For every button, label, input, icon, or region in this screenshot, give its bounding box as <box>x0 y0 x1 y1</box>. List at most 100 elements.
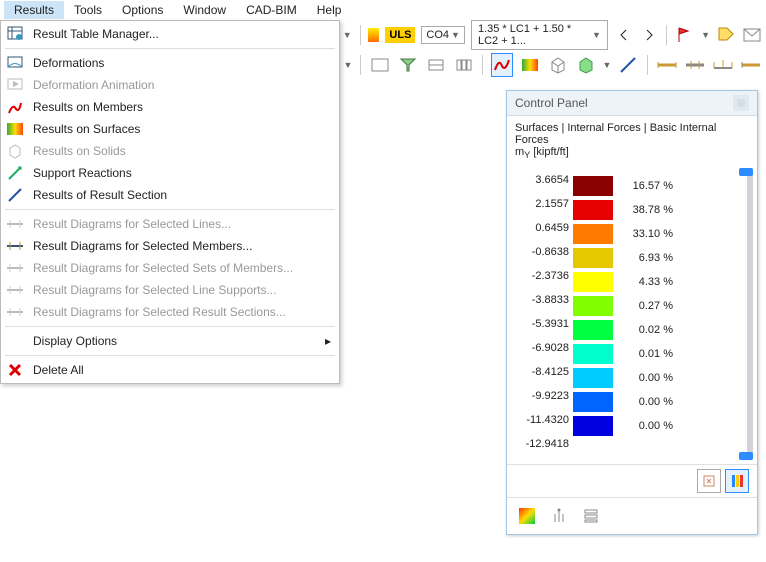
legend-percent: 0.27 % <box>613 300 673 312</box>
next-button[interactable] <box>639 23 658 47</box>
legend-row: -12.9418 <box>515 432 749 456</box>
menu-window[interactable]: Window <box>173 1 236 19</box>
cube-green-icon[interactable] <box>575 53 597 77</box>
menu-item: Result Diagrams for Selected Result Sect… <box>1 301 339 323</box>
close-icon[interactable] <box>733 95 749 111</box>
menu-item-label: Support Reactions <box>33 166 132 180</box>
menu-item[interactable]: Deformations <box>1 52 339 74</box>
panel-titlebar[interactable]: Control Panel <box>507 91 757 116</box>
menubar[interactable]: Results Tools Options Window CAD-BIM Hel… <box>0 0 766 20</box>
reset-button[interactable] <box>697 469 721 493</box>
chevron-down-icon[interactable]: ▼ <box>343 30 352 40</box>
menu-item-label: Results on Surfaces <box>33 122 140 136</box>
panel-tab-gradient[interactable] <box>515 504 539 528</box>
uls-badge: ULS <box>385 27 415 43</box>
prev-button[interactable] <box>614 23 633 47</box>
menu-options[interactable]: Options <box>112 1 173 19</box>
view-flat-icon[interactable] <box>369 53 391 77</box>
slider-top-thumb[interactable] <box>739 168 753 176</box>
beam3-icon[interactable] <box>712 53 734 77</box>
legend-swatch <box>573 320 613 340</box>
section-line-icon[interactable] <box>617 53 639 77</box>
flag-filter-icon[interactable] <box>675 23 695 47</box>
menu-item[interactable]: Result Table Manager... <box>1 23 339 45</box>
beam4-icon[interactable] <box>740 53 762 77</box>
color-badge-icon <box>368 28 379 42</box>
separator <box>360 25 361 45</box>
legend-row: 0.645933.10 % <box>515 216 749 240</box>
legend-percent: 4.33 % <box>613 276 673 288</box>
range-slider[interactable] <box>747 170 753 458</box>
legend-row: -2.37364.33 % <box>515 264 749 288</box>
menu-tools[interactable]: Tools <box>64 1 112 19</box>
combo-label: CO4 <box>426 29 449 41</box>
chevron-down-icon[interactable]: ▼ <box>602 60 611 70</box>
beam2-icon[interactable] <box>684 53 706 77</box>
formula-select[interactable]: 1.35 * LC1 + 1.50 * LC2 + 1...▼ <box>471 20 608 50</box>
legend-percent: 0.01 % <box>613 348 673 360</box>
legend-swatch <box>573 176 613 196</box>
slider-bottom-thumb[interactable] <box>739 452 753 460</box>
results-dropdown[interactable]: Result Table Manager... Deformations Defor… <box>0 20 340 384</box>
funnel2-icon[interactable] <box>397 53 419 77</box>
panel-buttons1 <box>507 464 757 497</box>
combo-select[interactable]: CO4▼ <box>421 26 465 44</box>
panel-tab-scale[interactable] <box>547 504 571 528</box>
menu-results[interactable]: Results <box>4 1 64 19</box>
legend-value: -5.3931 <box>515 318 573 330</box>
legend-row: -9.92230.00 % <box>515 384 749 408</box>
control-panel: Control Panel Surfaces | Internal Forces… <box>506 90 758 535</box>
panel-tab-list[interactable] <box>579 504 603 528</box>
envelope-icon[interactable] <box>742 23 762 47</box>
menu-item[interactable]: Results on Surfaces <box>1 118 339 140</box>
chevron-down-icon[interactable]: ▼ <box>701 30 710 40</box>
legend-row: -5.39310.02 % <box>515 312 749 336</box>
menu-item-label: Result Diagrams for Selected Members... <box>33 239 252 253</box>
legend-percent: 16.57 % <box>613 180 673 192</box>
legend-swatch <box>573 392 613 412</box>
view-box-icon[interactable] <box>425 53 447 77</box>
menu-item[interactable]: Display Options▸ <box>1 330 339 352</box>
anim-icon <box>5 76 25 94</box>
menu-item-label: Display Options <box>33 334 117 348</box>
legend-value: 3.6654 <box>515 174 573 186</box>
menu-separator <box>5 48 335 49</box>
diag-supports-icon <box>5 281 25 299</box>
legend-swatch <box>573 272 613 292</box>
menu-separator <box>5 326 335 327</box>
menu-item[interactable]: Result Diagrams for Selected Members... <box>1 235 339 257</box>
legend-value: 0.6459 <box>515 222 573 234</box>
legend-value: -3.8833 <box>515 294 573 306</box>
view-cols-icon[interactable] <box>453 53 475 77</box>
menu-item-label: Results on Members <box>33 100 143 114</box>
legend-value: 2.1557 <box>515 198 573 210</box>
legend-row: -0.86386.93 % <box>515 240 749 264</box>
menu-item-label: Results on Solids <box>33 144 126 158</box>
chevron-down-icon[interactable]: ▼ <box>343 60 352 70</box>
menu-item-label: Deformation Animation <box>33 78 154 92</box>
menu-help[interactable]: Help <box>307 1 352 19</box>
menu-item[interactable]: Results of Result Section <box>1 184 339 206</box>
cube-icon[interactable] <box>547 53 569 77</box>
menu-item: Deformation Animation <box>1 74 339 96</box>
colorbar-button[interactable] <box>725 469 749 493</box>
legend-swatch <box>573 296 613 316</box>
panel-tabs <box>507 497 757 534</box>
gradient-surf-icon[interactable] <box>519 53 541 77</box>
legend-row: 2.155738.78 % <box>515 192 749 216</box>
menu-cadbim[interactable]: CAD-BIM <box>236 1 307 19</box>
menu-item: Result Diagrams for Selected Sets of Mem… <box>1 257 339 279</box>
separator <box>360 55 361 75</box>
separator <box>482 55 483 75</box>
curve-icon[interactable] <box>491 53 513 77</box>
menu-separator <box>5 209 335 210</box>
menu-item[interactable]: Results on Members <box>1 96 339 118</box>
menu-item[interactable]: Delete All <box>1 359 339 381</box>
beam1-icon[interactable] <box>656 53 678 77</box>
legend-value: -9.9223 <box>515 390 573 402</box>
tag-filter-icon[interactable] <box>716 23 736 47</box>
legend-value: -11.4320 <box>515 414 573 426</box>
menu-item[interactable]: Support Reactions <box>1 162 339 184</box>
legend-swatch <box>573 344 613 364</box>
diag-sections-icon <box>5 303 25 321</box>
